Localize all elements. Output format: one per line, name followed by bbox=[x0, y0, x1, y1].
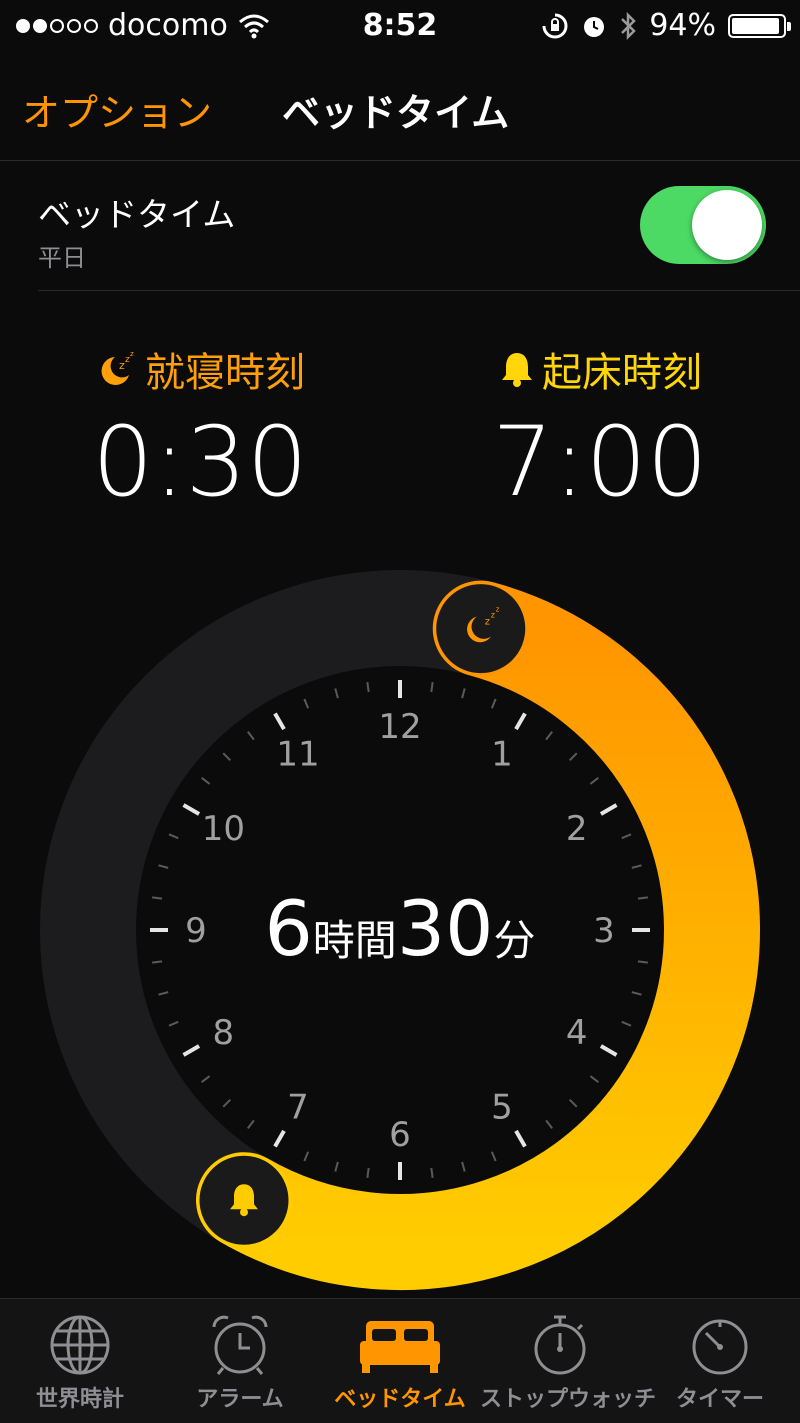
bedtime-setting-row[interactable]: ベッドタイム 平日 bbox=[38, 162, 800, 291]
clock-hour-label: 4 bbox=[566, 1013, 588, 1053]
clock-tick bbox=[430, 1167, 434, 1178]
bedtime-row-label: ベッドタイム bbox=[38, 195, 236, 234]
tab-world-clock[interactable]: 世界時計 bbox=[0, 1299, 160, 1423]
status-right: 94% bbox=[541, 8, 791, 43]
bedtime-label: 就寝時刻 bbox=[145, 350, 305, 396]
clock-hour-label: 8 bbox=[213, 1013, 235, 1053]
globe-icon bbox=[50, 1315, 110, 1375]
wake-header: 起床時刻 bbox=[420, 340, 780, 398]
tab-label: ベッドタイム bbox=[334, 1387, 466, 1412]
bluetooth-icon bbox=[621, 11, 637, 40]
clock-hour-label: 3 bbox=[593, 911, 615, 951]
tab-stopwatch[interactable]: ストップウォッチ bbox=[480, 1299, 657, 1423]
battery-icon bbox=[728, 13, 791, 38]
bell-icon bbox=[502, 353, 532, 387]
status-bar: docomo 8:52 94% bbox=[0, 0, 800, 52]
clock-hour-label: 1 bbox=[491, 734, 513, 774]
tab-alarm[interactable]: アラーム bbox=[160, 1299, 320, 1423]
bedtime-toggle[interactable] bbox=[640, 186, 766, 264]
alarm-icon bbox=[584, 16, 605, 37]
clock-hour-label: 11 bbox=[276, 734, 319, 774]
nav-bar: オプション ベッドタイム bbox=[0, 52, 800, 161]
timer-icon bbox=[692, 1319, 748, 1375]
svg-text:z: z bbox=[496, 606, 500, 614]
options-button[interactable]: オプション bbox=[22, 82, 212, 137]
duration-minutes-unit: 分 bbox=[494, 916, 536, 965]
clock-tick bbox=[366, 682, 370, 693]
bedtime-section: z z z 就寝時刻 0:30 bbox=[20, 340, 380, 518]
clock-hour-label: 2 bbox=[566, 809, 588, 849]
clock-hour-label: 6 bbox=[389, 1115, 411, 1155]
duration-hours-unit: 時間 bbox=[313, 916, 397, 965]
clock-hour-label: 10 bbox=[202, 809, 245, 849]
duration-hours: 6 bbox=[264, 884, 312, 973]
tab-timer[interactable]: タイマー bbox=[640, 1299, 800, 1423]
svg-text:z: z bbox=[491, 611, 495, 620]
tab-label: 世界時計 bbox=[35, 1387, 124, 1412]
battery-percent: 94% bbox=[649, 8, 716, 43]
clock-hour-label: 9 bbox=[185, 911, 207, 951]
stopwatch-icon bbox=[534, 1315, 586, 1375]
wake-label: 起床時刻 bbox=[542, 350, 702, 396]
tab-bar: 世界時計 アラーム ベッドタイム ストップウォッチ タイマー bbox=[0, 1298, 800, 1423]
clock-tick bbox=[637, 960, 648, 964]
duration-minutes: 30 bbox=[397, 884, 494, 973]
svg-text:z: z bbox=[130, 350, 134, 358]
bedtime-header: z z z 就寝時刻 bbox=[20, 340, 380, 398]
svg-text:z: z bbox=[485, 617, 490, 628]
page-title: ベッドタイム bbox=[282, 91, 510, 135]
bedtime-handle[interactable]: z z z bbox=[433, 581, 529, 677]
clock-tick bbox=[152, 960, 163, 964]
clock-tick bbox=[366, 1167, 370, 1178]
tab-label: アラーム bbox=[196, 1387, 284, 1412]
wake-section: 起床時刻 7:00 bbox=[420, 340, 780, 518]
bedtime-value: 0:30 bbox=[92, 406, 308, 518]
bedtime-row-days: 平日 bbox=[38, 244, 86, 272]
tab-label: タイマー bbox=[675, 1387, 764, 1412]
clock-tick bbox=[152, 896, 163, 900]
moon-zzz-icon: z z z bbox=[101, 350, 134, 385]
sleep-clock-dial[interactable]: 121234567891011 6時間30分 z z z bbox=[0, 560, 800, 1300]
wake-handle[interactable] bbox=[196, 1152, 292, 1248]
clock-tick bbox=[637, 896, 648, 900]
battery-fill bbox=[732, 17, 779, 34]
clock-hour-label: 7 bbox=[287, 1088, 309, 1128]
rotation-lock-icon bbox=[542, 13, 568, 38]
alarm-clock-icon bbox=[212, 1315, 268, 1375]
bed-icon bbox=[360, 1321, 440, 1373]
tab-label: ストップウォッチ bbox=[480, 1387, 657, 1412]
clock-hour-label: 5 bbox=[491, 1088, 513, 1128]
tab-bedtime[interactable]: ベッドタイム bbox=[320, 1299, 480, 1423]
wake-value: 7:00 bbox=[492, 406, 708, 518]
clock-tick bbox=[430, 682, 434, 693]
clock-hour-label: 12 bbox=[378, 707, 421, 747]
toggle-knob bbox=[692, 190, 762, 260]
